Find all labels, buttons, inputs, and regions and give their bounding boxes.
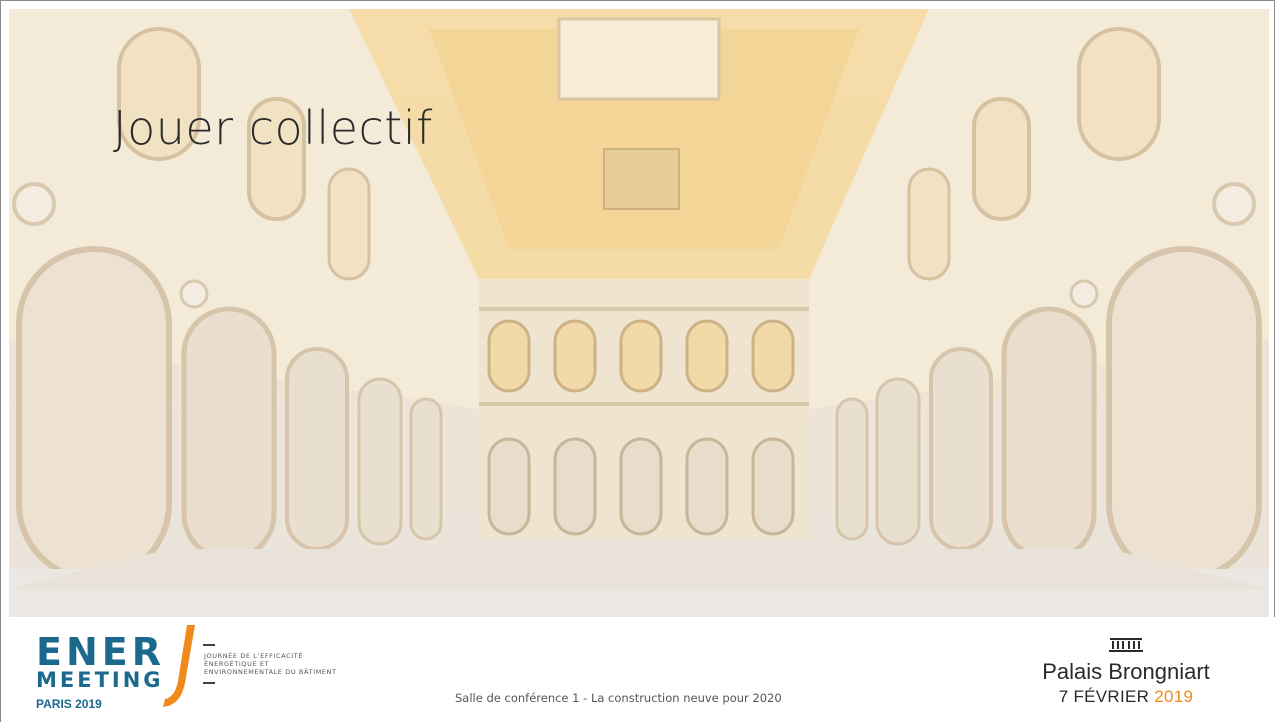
tagline-text: JOURNÉE DE L’EFFICACITÉ ÉNERGÉTIQUE ET E… [204,652,337,676]
logo-ener-text: ENER [36,630,165,674]
enerj-meeting-logo: ENER MEETING PARIS 2019 [36,630,165,711]
venue-date: 7 FÉVRIER 2019 [1011,687,1241,707]
tagline-divider-top [203,644,215,646]
slide-title: Jouer collectif [113,101,433,155]
logo-meeting-text: MEETING [36,668,164,692]
venue-date-prefix: 7 FÉVRIER [1058,687,1155,706]
building-colonnade-icon [1109,638,1143,652]
logo-tagline: JOURNÉE DE L’EFFICACITÉ ÉNERGÉTIQUE ET E… [199,644,339,684]
venue-block: Palais Brongniart 7 FÉVRIER 2019 [1011,638,1241,707]
tagline-divider-bottom [203,682,215,684]
hall-background-image: Jouer collectif [9,9,1269,617]
slide: Jouer collectif ENER MEETING PARIS 2019 … [0,0,1275,723]
logo-j-icon [163,625,195,707]
venue-name: Palais Brongniart [1042,659,1210,684]
venue-date-year: 2019 [1154,687,1194,706]
logo-paris-text: PARIS 2019 [36,697,102,711]
footer-caption: Salle de conférence 1 - La construction … [455,691,782,705]
